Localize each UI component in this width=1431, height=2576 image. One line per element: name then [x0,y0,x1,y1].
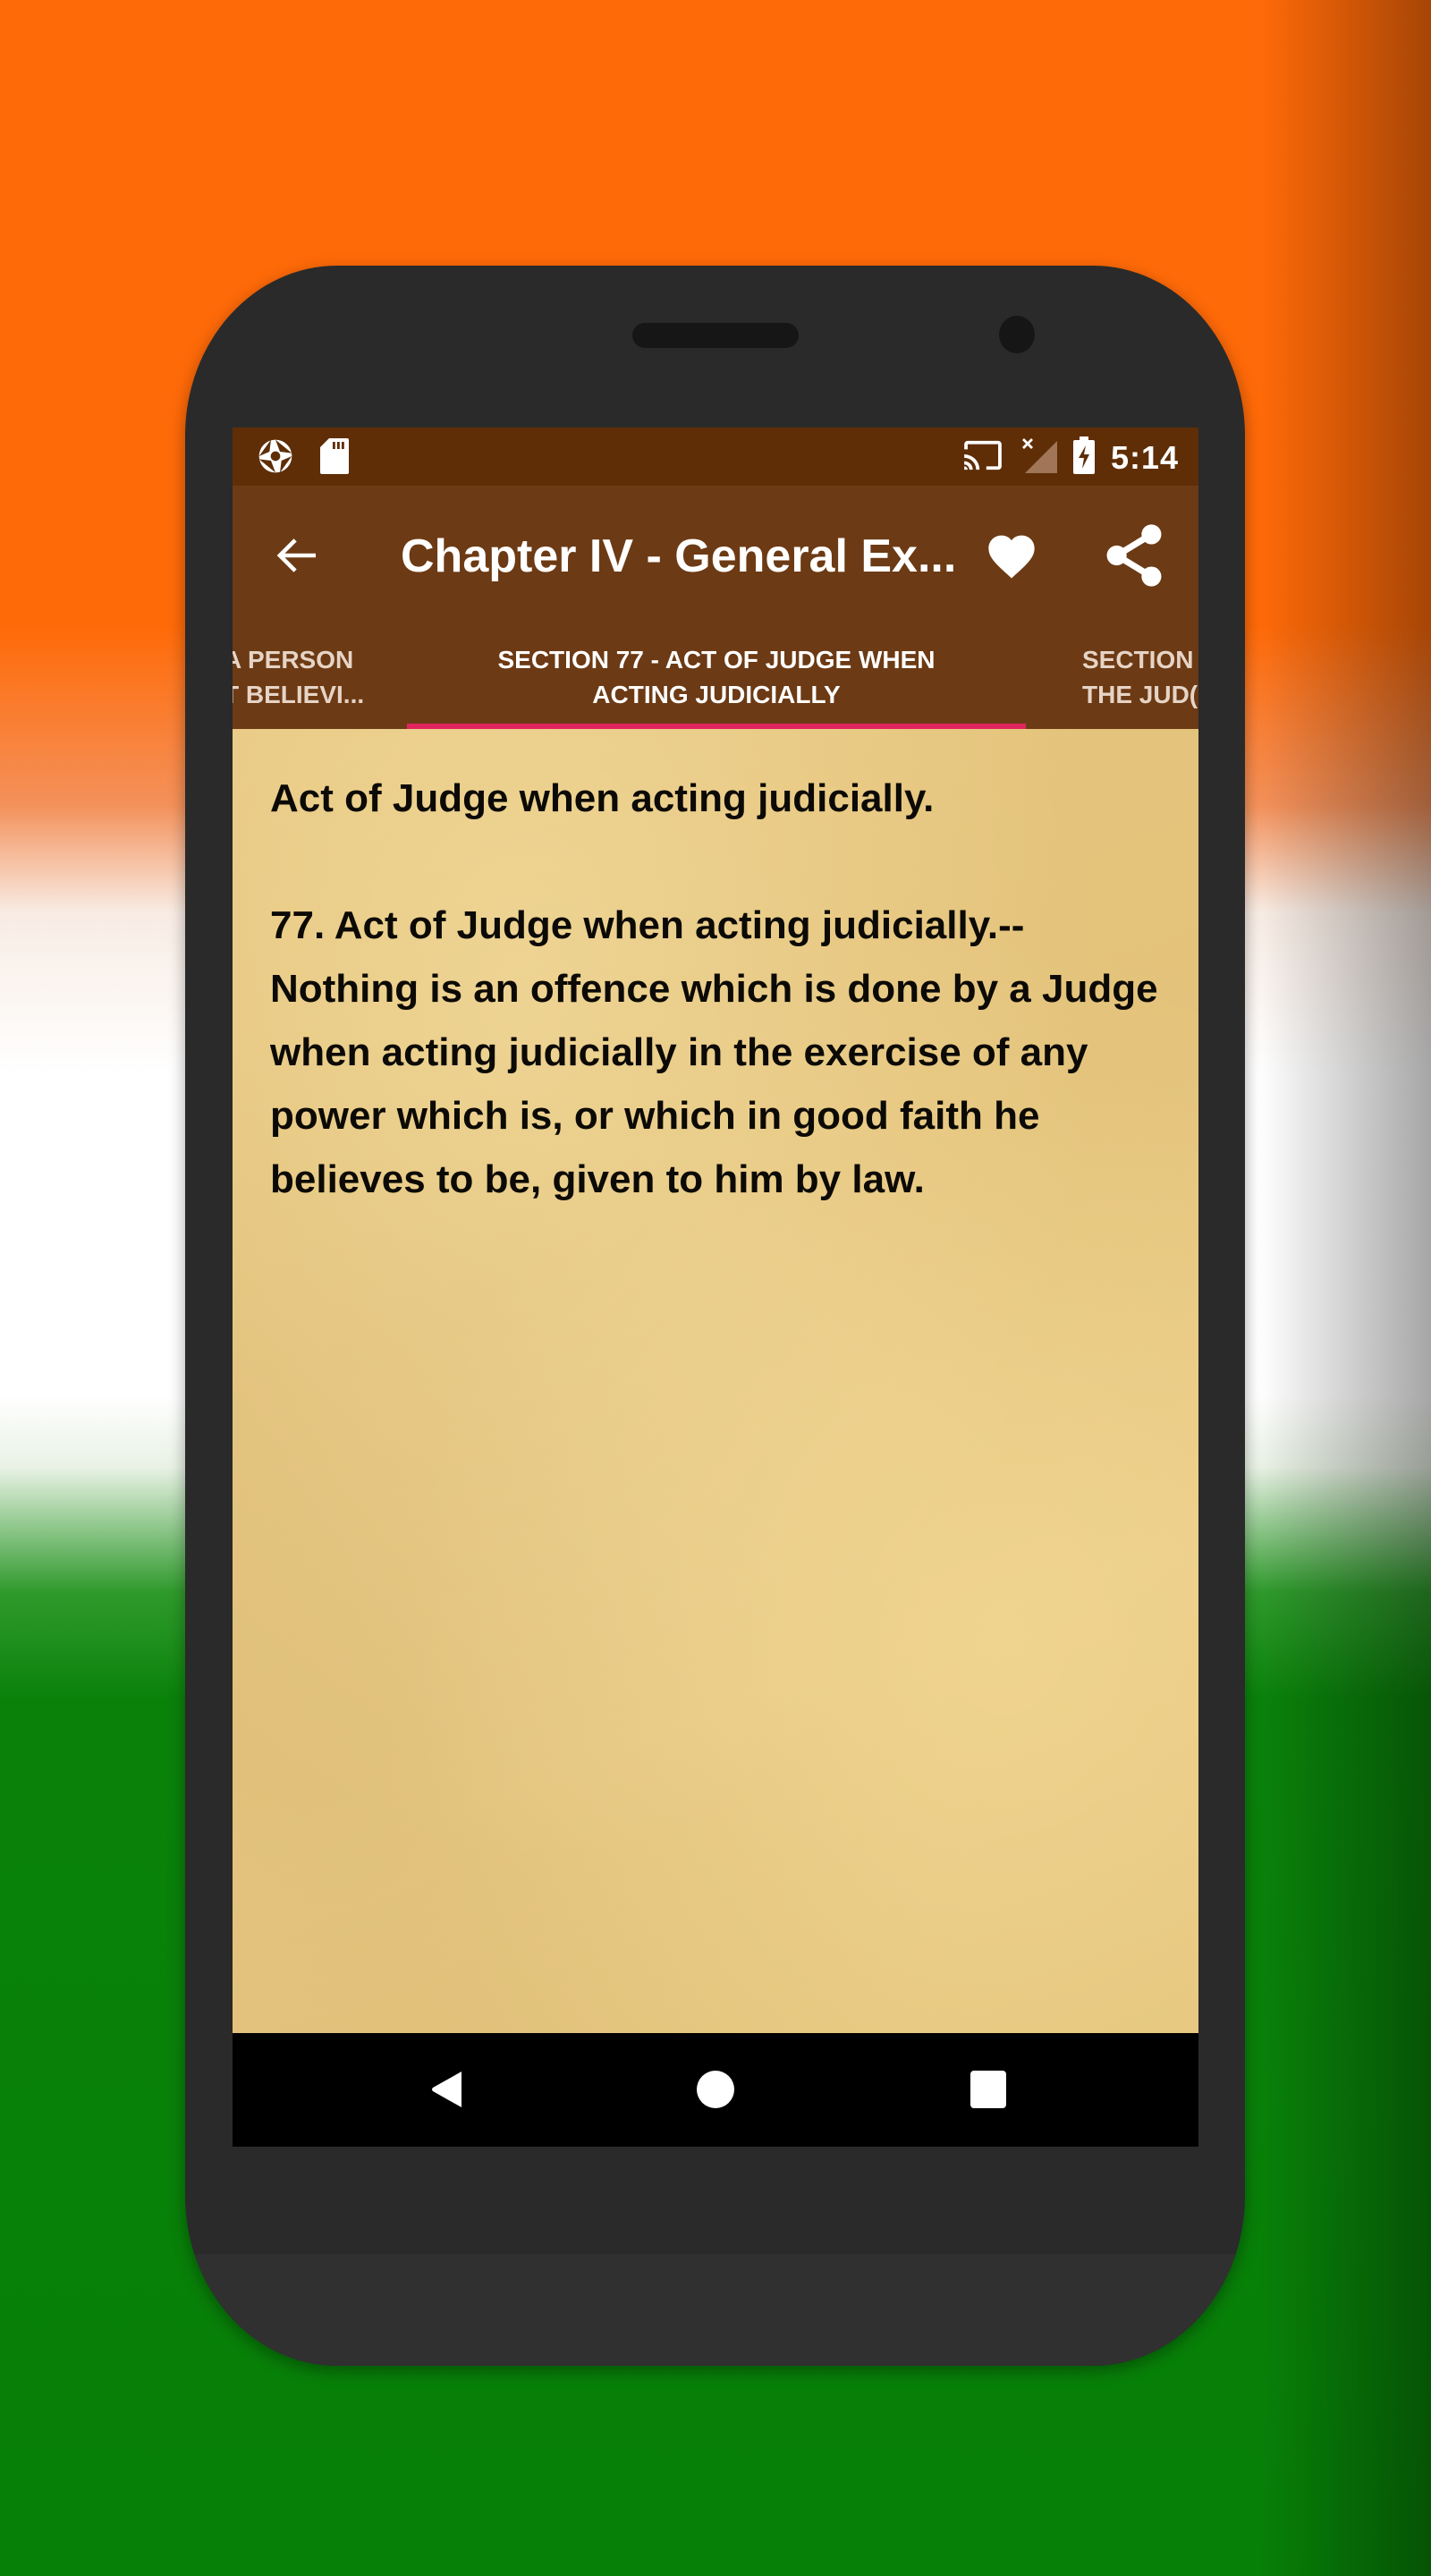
section-tabs: A PERSON T BELIEVI... SECTION 77 - ACT O… [233,626,1198,729]
nav-recents-button[interactable] [961,2067,1015,2112]
section-heading: Act of Judge when acting judicially. [270,776,935,820]
battery-charging-icon [1072,436,1095,479]
device-screen: 5:14 Chapter IV - General Ex... A PERSON… [233,428,1198,2147]
cast-icon [962,439,1003,476]
back-triangle-icon [432,2072,461,2107]
arrow-left-icon [276,538,316,572]
tab-next-section[interactable]: SECTION THE JUD( [1082,642,1198,712]
app-bar: Chapter IV - General Ex... [233,486,1198,626]
share-icon [1106,524,1162,587]
favorite-button[interactable] [980,525,1043,588]
section-content[interactable]: Act of Judge when acting judicially. 77.… [233,729,1198,2033]
tab-section-77[interactable]: SECTION 77 - ACT OF JUDGE WHEN ACTING JU… [407,642,1026,712]
nav-back-button[interactable] [420,2067,474,2112]
clock: 5:14 [1110,438,1179,476]
aperture-icon [258,438,293,479]
system-nav-bar [233,2033,1198,2147]
back-button[interactable] [268,527,326,584]
recents-square-icon [970,2071,1006,2108]
phone-chin [185,2254,1245,2366]
front-camera [999,316,1035,353]
phone-frame: 5:14 Chapter IV - General Ex... A PERSON… [185,266,1245,2366]
heart-icon [988,535,1035,579]
status-bar: 5:14 [233,428,1198,486]
share-button[interactable] [1100,521,1168,589]
page-title: Chapter IV - General Ex... [401,530,955,582]
earpiece-speaker [632,323,799,348]
no-signal-icon [1020,437,1057,478]
sd-card-icon [320,438,349,479]
tab-previous-section[interactable]: A PERSON T BELIEVI... [233,642,402,712]
nav-home-button[interactable] [689,2067,742,2112]
home-circle-icon [697,2071,734,2108]
section-body: 77. Act of Judge when acting judicially.… [270,903,1158,1201]
